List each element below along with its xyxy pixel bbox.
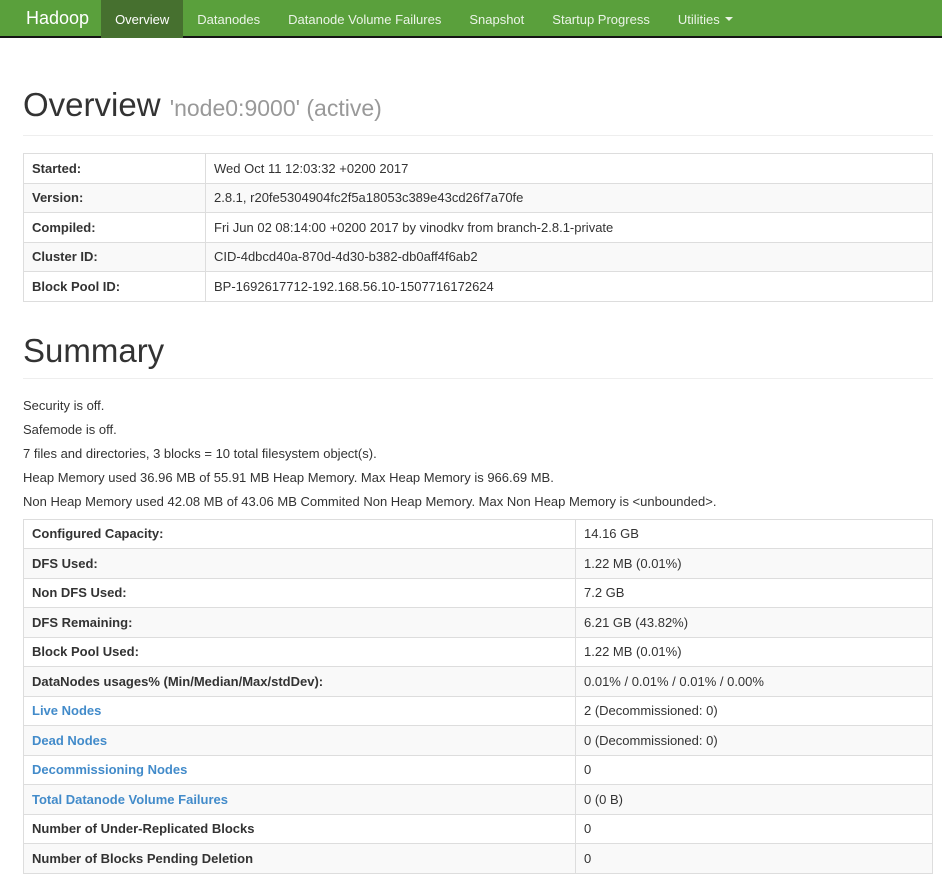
navbar-item-label: Overview: [115, 11, 170, 27]
brand-logo[interactable]: Hadoop: [0, 0, 101, 36]
summary-label[interactable]: Total Datanode Volume Failures: [32, 792, 228, 807]
table-row: Configured Capacity: 14.16 GB: [23, 518, 933, 549]
navbar-item-link[interactable]: Datanodes: [183, 0, 274, 38]
navbar-item-link[interactable]: Datanode Volume Failures: [274, 0, 455, 38]
table-row: Non DFS Used: 7.2 GB: [23, 577, 933, 608]
navbar-item-label: Startup Progress: [552, 11, 650, 27]
summary-title: Summary: [23, 331, 165, 369]
info-label: Started:: [23, 153, 206, 184]
table-row: Cluster ID: CID-4dbcd40a-870d-4d30-b382-…: [23, 241, 933, 272]
navbar-item-label: Utilities: [677, 11, 720, 27]
summary-value: 0: [575, 813, 933, 844]
summary-label[interactable]: Dead Nodes: [32, 733, 107, 748]
summary-value: 7.2 GB: [575, 577, 933, 608]
navbar-item-link[interactable]: Startup Progress: [538, 0, 664, 38]
table-row: Block Pool Used: 1.22 MB (0.01%): [23, 636, 933, 667]
table-row: Block Pool ID: BP-1692617712-192.168.56.…: [23, 271, 933, 302]
summary-value: 0.01% / 0.01% / 0.01% / 0.00%: [575, 666, 933, 697]
summary-label: Configured Capacity:: [32, 526, 164, 542]
navbar-item: Datanode Volume Failures: [274, 0, 455, 36]
table-row: DFS Used: 1.22 MB (0.01%): [23, 548, 933, 579]
table-row: Total Datanode Volume Failures 0 (0 B): [23, 784, 933, 815]
summary-paragraph: Non Heap Memory used 42.08 MB of 43.06 M…: [23, 493, 717, 509]
summary-value: 0 (Decommissioned: 0): [575, 725, 933, 756]
navbar-item: Startup Progress: [538, 0, 664, 36]
info-label: Version:: [23, 182, 206, 213]
summary-label: DFS Used:: [32, 555, 98, 571]
cluster-info-table: Started: Wed Oct 11 12:03:32 +0200 2017 …: [23, 153, 933, 302]
info-value: Wed Oct 11 12:03:32 +0200 2017: [205, 153, 933, 184]
summary-paragraph: Safemode is off.: [23, 421, 117, 437]
page-subtitle: 'node0:9000' (active): [169, 95, 382, 121]
table-row: Dead Nodes 0 (Decommissioned: 0): [23, 725, 933, 756]
navbar-item-link[interactable]: Utilities: [664, 0, 747, 38]
navbar-item-link[interactable]: Overview: [101, 0, 184, 38]
table-row: Compiled: Fri Jun 02 08:14:00 +0200 2017…: [23, 212, 933, 243]
summary-label: Block Pool Used:: [32, 644, 139, 660]
summary-value: 1.22 MB (0.01%): [575, 636, 933, 667]
info-label: Cluster ID:: [23, 241, 206, 272]
summary-label: Non DFS Used:: [32, 585, 127, 601]
summary-paragraph: Heap Memory used 36.96 MB of 55.91 MB He…: [23, 469, 554, 485]
info-label: Compiled:: [23, 212, 206, 243]
summary-label[interactable]: Decommissioning Nodes: [32, 762, 187, 777]
summary-value: 2 (Decommissioned: 0): [575, 695, 933, 726]
summary-paragraphs: Security is off. Safemode is off. 7 file…: [23, 397, 933, 509]
table-row: Live Nodes 2 (Decommissioned: 0): [23, 695, 933, 726]
info-value: Fri Jun 02 08:14:00 +0200 2017 by vinodk…: [205, 212, 933, 243]
summary-label: DataNodes usages% (Min/Median/Max/stdDev…: [32, 673, 324, 689]
table-row: Decommissioning Nodes 0: [23, 754, 933, 785]
summary-value: 0: [575, 754, 933, 785]
summary-value: 14.16 GB: [575, 518, 933, 549]
info-value: 2.8.1, r20fe5304904fc2f5a18053c389e43cd2…: [205, 182, 933, 213]
navbar-item-label: Datanodes: [197, 11, 261, 27]
summary-paragraph: 7 files and directories, 3 blocks = 10 t…: [23, 445, 377, 461]
summary-value: 1.22 MB (0.01%): [575, 548, 933, 579]
overview-header: Overview 'node0:9000' (active): [23, 87, 933, 136]
info-value: BP-1692617712-192.168.56.10-150771617262…: [205, 271, 933, 302]
summary-label: DFS Remaining:: [32, 614, 133, 630]
summary-label: Number of Under-Replicated Blocks: [32, 821, 255, 837]
info-label: Block Pool ID:: [23, 271, 206, 302]
navbar-item-label: Snapshot: [469, 11, 525, 27]
table-row: Number of Blocks Pending Deletion 0: [23, 843, 933, 874]
table-row: Version: 2.8.1, r20fe5304904fc2f5a18053c…: [23, 182, 933, 213]
summary-value: 6.21 GB (43.82%): [575, 607, 933, 638]
table-row: DFS Remaining: 6.21 GB (43.82%): [23, 607, 933, 638]
navbar-item-label: Datanode Volume Failures: [288, 11, 442, 27]
page-title-text: Overview: [23, 86, 161, 123]
navbar-menu: Overview Datanodes Datanode Volume Failu…: [101, 0, 747, 38]
top-navbar: Hadoop Overview Datanodes Datanode Volum…: [0, 0, 942, 38]
summary-value: 0: [575, 843, 933, 874]
navbar-item: Overview: [101, 0, 184, 38]
navbar-item-link[interactable]: Snapshot: [455, 0, 538, 38]
table-row: Number of Under-Replicated Blocks 0: [23, 813, 933, 844]
navbar-item: Utilities: [664, 0, 747, 36]
navbar-item: Snapshot: [455, 0, 538, 36]
navbar-item: Datanodes: [183, 0, 274, 36]
summary-table: Configured Capacity: 14.16 GB DFS Used: …: [23, 518, 933, 874]
info-value: CID-4dbcd40a-870d-4d30-b382-db0aff4f6ab2: [205, 241, 933, 272]
summary-paragraph: Security is off.: [23, 397, 105, 413]
table-row: DataNodes usages% (Min/Median/Max/stdDev…: [23, 666, 933, 697]
chevron-down-icon: [724, 17, 733, 21]
summary-label: Number of Blocks Pending Deletion: [32, 850, 254, 866]
table-row: Started: Wed Oct 11 12:03:32 +0200 2017: [23, 153, 933, 184]
summary-value: 0 (0 B): [575, 784, 933, 815]
summary-label[interactable]: Live Nodes: [32, 703, 101, 718]
page-title: Overview 'node0:9000' (active): [23, 87, 933, 126]
page-content: Overview 'node0:9000' (active) Started: …: [23, 87, 933, 874]
summary-header: Summary: [23, 331, 933, 379]
